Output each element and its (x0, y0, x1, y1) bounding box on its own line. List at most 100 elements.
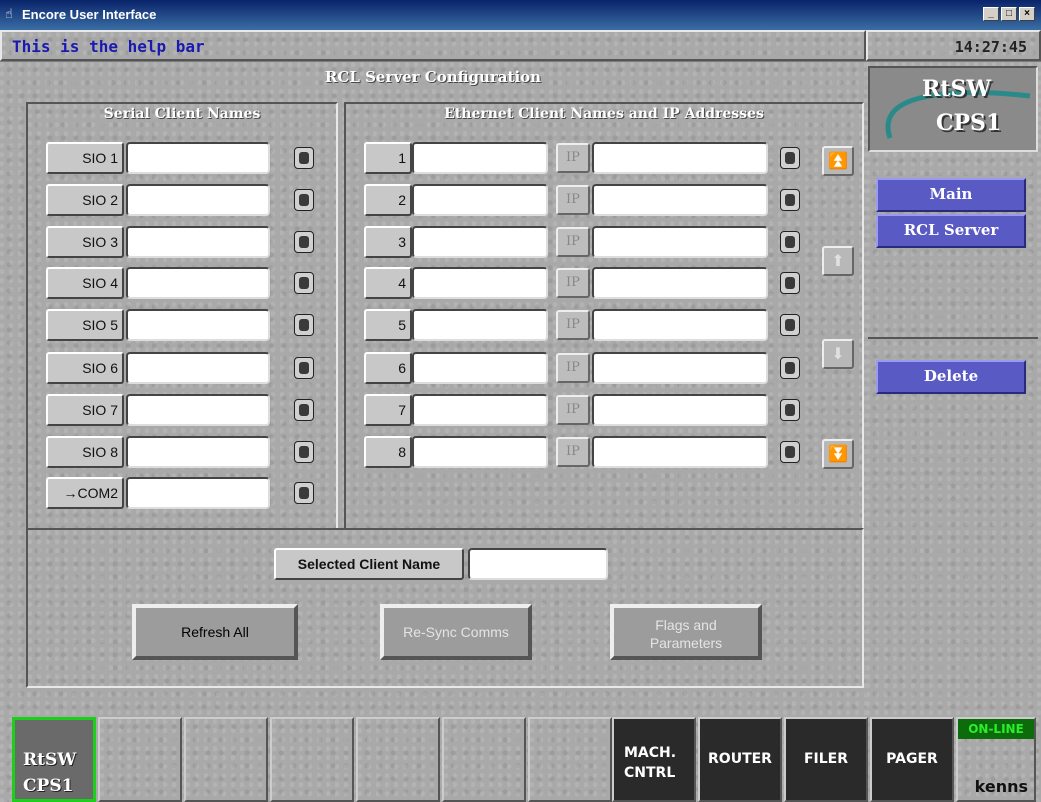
minimize-button[interactable]: _ (983, 7, 999, 21)
serial-name-field[interactable] (126, 184, 270, 216)
serial-name-field[interactable] (126, 142, 270, 174)
ethernet-status-led[interactable] (780, 272, 800, 294)
ip-button[interactable]: IP (556, 437, 590, 467)
ethernet-status-led[interactable] (780, 189, 800, 211)
user-status[interactable]: ON-LINE kenns (956, 717, 1036, 802)
serial-label-button[interactable]: SIO 6 (46, 352, 124, 384)
ethernet-name-field[interactable] (412, 309, 548, 341)
ethernet-name-field[interactable] (412, 352, 548, 384)
selected-client-field[interactable] (468, 548, 608, 580)
ethernet-status-led[interactable] (780, 399, 800, 421)
serial-label-button[interactable]: SIO 5 (46, 309, 124, 341)
delete-button[interactable]: Delete (876, 360, 1026, 394)
serial-status-led[interactable] (294, 441, 314, 463)
empty-slot-3[interactable] (270, 717, 354, 802)
ip-button[interactable]: IP (556, 353, 590, 383)
flags-parameters-button[interactable]: Flags and Parameters (610, 604, 762, 660)
ip-button[interactable]: IP (556, 227, 590, 257)
ethernet-name-field[interactable] (412, 226, 548, 258)
serial-status-led[interactable] (294, 314, 314, 336)
ip-button[interactable]: IP (556, 310, 590, 340)
ethernet-name-field[interactable] (412, 267, 548, 299)
serial-label-button[interactable]: SIO 7 (46, 394, 124, 426)
ethernet-name-field[interactable] (412, 142, 548, 174)
scroll-down-button[interactable]: ⬇ (822, 339, 854, 369)
serial-label-button[interactable]: SIO 2 (46, 184, 124, 216)
serial-status-led[interactable] (294, 357, 314, 379)
serial-name-field[interactable] (126, 226, 270, 258)
rcl-server-nav-button[interactable]: RCL Server (876, 214, 1026, 248)
ethernet-ip-field[interactable] (592, 267, 768, 299)
serial-name-field[interactable] (126, 352, 270, 384)
online-status-badge: ON-LINE (958, 719, 1034, 739)
serial-name-field[interactable] (126, 436, 270, 468)
mach-cntrl-button[interactable]: MACH. CNTRL (612, 717, 696, 802)
empty-slot-4[interactable] (356, 717, 440, 802)
empty-slot-2[interactable] (184, 717, 268, 802)
scroll-bottom-button[interactable]: ⏬ (822, 439, 854, 469)
ethernet-label-button[interactable]: 8 (364, 436, 412, 468)
ethernet-label-button[interactable]: 7 (364, 394, 412, 426)
empty-slot-6[interactable] (528, 717, 612, 802)
ip-button[interactable]: IP (556, 268, 590, 298)
empty-slot-1[interactable] (98, 717, 182, 802)
ethernet-label-button[interactable]: 4 (364, 267, 412, 299)
serial-name-field[interactable] (126, 309, 270, 341)
home-label-line2: CPS1 (23, 776, 74, 796)
ip-button[interactable]: IP (556, 143, 590, 173)
ethernet-label-button[interactable]: 5 (364, 309, 412, 341)
ethernet-status-led[interactable] (780, 147, 800, 169)
ethernet-ip-field[interactable] (592, 184, 768, 216)
serial-name-field[interactable] (126, 267, 270, 299)
ethernet-name-field[interactable] (412, 436, 548, 468)
rtsw-logo: RtSW CPS1 (868, 66, 1038, 152)
filer-button[interactable]: FILER (784, 717, 868, 802)
scroll-top-button[interactable]: ⏫ (822, 146, 854, 176)
ethernet-ip-field[interactable] (592, 309, 768, 341)
ethernet-name-field[interactable] (412, 184, 548, 216)
ethernet-ip-field[interactable] (592, 142, 768, 174)
ethernet-status-led[interactable] (780, 231, 800, 253)
ethernet-status-led[interactable] (780, 441, 800, 463)
flags-label-line2: Parameters (649, 635, 723, 651)
serial-status-led[interactable] (294, 482, 314, 504)
ethernet-status-led[interactable] (780, 314, 800, 336)
serial-status-led[interactable] (294, 189, 314, 211)
ethernet-label-button[interactable]: 1 (364, 142, 412, 174)
ip-button[interactable]: IP (556, 185, 590, 215)
double-down-arrow-icon: ⏬ (828, 444, 848, 463)
ethernet-label-button[interactable]: 3 (364, 226, 412, 258)
serial-label-button[interactable]: →COM2 (46, 477, 124, 509)
pager-button[interactable]: PAGER (870, 717, 954, 802)
ethernet-ip-field[interactable] (592, 394, 768, 426)
resync-comms-button[interactable]: Re-Sync Comms (380, 604, 532, 660)
serial-name-field[interactable] (126, 477, 270, 509)
serial-status-led[interactable] (294, 272, 314, 294)
double-up-arrow-icon: ⏫ (828, 151, 848, 170)
serial-label-button[interactable]: SIO 3 (46, 226, 124, 258)
serial-status-led[interactable] (294, 147, 314, 169)
serial-name-field[interactable] (126, 394, 270, 426)
router-button[interactable]: ROUTER (698, 717, 782, 802)
ethernet-name-field[interactable] (412, 394, 548, 426)
empty-slot-5[interactable] (442, 717, 526, 802)
main-nav-button[interactable]: Main (876, 178, 1026, 212)
serial-label-button[interactable]: SIO 4 (46, 267, 124, 299)
mach-label-line2: CNTRL (624, 765, 676, 781)
refresh-all-button[interactable]: Refresh All (132, 604, 298, 660)
ip-button[interactable]: IP (556, 395, 590, 425)
ethernet-status-led[interactable] (780, 357, 800, 379)
scroll-up-button[interactable]: ⬆ (822, 246, 854, 276)
ethernet-ip-field[interactable] (592, 226, 768, 258)
ethernet-ip-field[interactable] (592, 352, 768, 384)
serial-label-button[interactable]: SIO 1 (46, 142, 124, 174)
serial-status-led[interactable] (294, 231, 314, 253)
close-button[interactable]: × (1019, 7, 1035, 21)
serial-status-led[interactable] (294, 399, 314, 421)
ethernet-label-button[interactable]: 6 (364, 352, 412, 384)
home-button[interactable]: RtSW CPS1 (12, 717, 96, 802)
ethernet-label-button[interactable]: 2 (364, 184, 412, 216)
maximize-button[interactable]: □ (1001, 7, 1017, 21)
serial-label-button[interactable]: SIO 8 (46, 436, 124, 468)
ethernet-ip-field[interactable] (592, 436, 768, 468)
